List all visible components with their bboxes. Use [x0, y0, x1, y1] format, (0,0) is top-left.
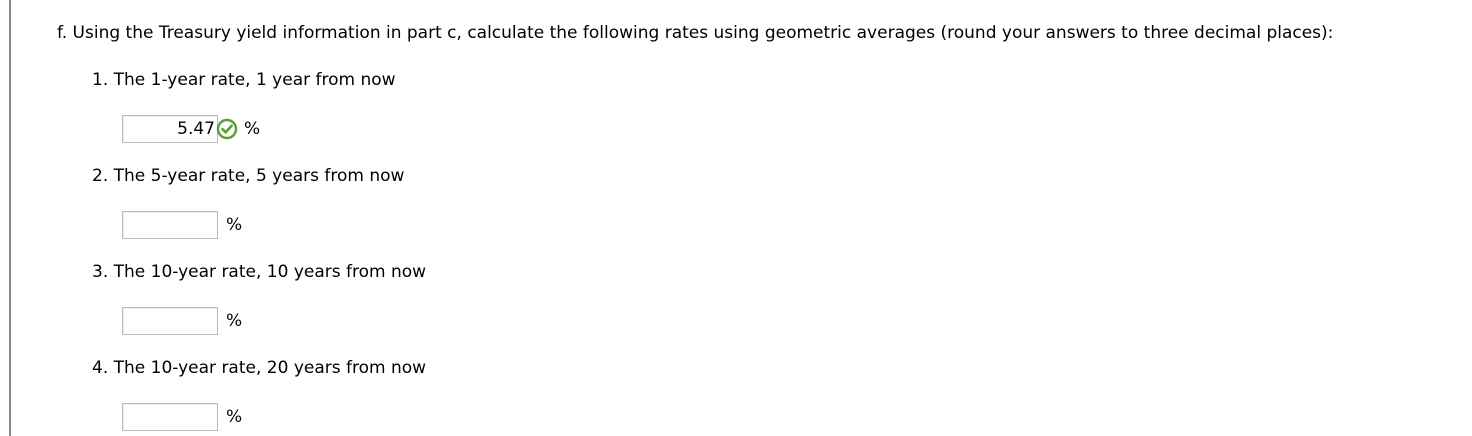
item-3-answer-row: %: [122, 307, 242, 335]
item-1-unit: %: [244, 119, 261, 139]
item-2-answer-row: %: [122, 211, 242, 239]
checkmark-circle-icon: [216, 118, 238, 140]
left-border: [9, 0, 11, 436]
item-2-answer-input[interactable]: [122, 211, 218, 239]
item-4-answer-input[interactable]: [122, 403, 218, 431]
item-1-answer-input[interactable]: 5.47: [122, 115, 218, 143]
item-2-label: 2. The 5-year rate, 5 years from now: [92, 166, 405, 186]
item-3-answer-input[interactable]: [122, 307, 218, 335]
item-3-unit: %: [226, 311, 243, 331]
item-4-unit: %: [226, 407, 243, 427]
question-text: f. Using the Treasury yield information …: [57, 23, 1334, 43]
item-2-unit: %: [226, 215, 243, 235]
item-4-label: 4. The 10-year rate, 20 years from now: [92, 358, 427, 378]
item-1-answer-row: 5.47 %: [122, 115, 260, 143]
item-1-label: 1. The 1-year rate, 1 year from now: [92, 70, 396, 90]
item-4-answer-row: %: [122, 403, 242, 431]
item-3-label: 3. The 10-year rate, 10 years from now: [92, 262, 427, 282]
